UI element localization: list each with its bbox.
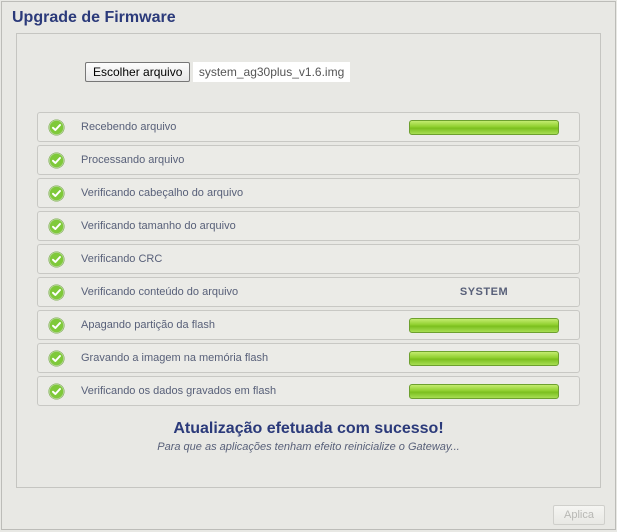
step-row: Gravando a imagem na memória flash bbox=[37, 343, 580, 373]
step-label: Verificando tamanho do arquivo bbox=[81, 220, 569, 232]
step-label: Verificando conteúdo do arquivo bbox=[81, 286, 409, 298]
check-circle-icon bbox=[48, 251, 65, 268]
check-circle-icon bbox=[48, 218, 65, 235]
step-row: Processando arquivo bbox=[37, 145, 580, 175]
check-circle-icon bbox=[48, 383, 65, 400]
check-circle-icon bbox=[48, 284, 65, 301]
step-row: Apagando partição da flash bbox=[37, 310, 580, 340]
step-detail: SYSTEM bbox=[409, 286, 559, 298]
file-picker-row: Escolher arquivo system_ag30plus_v1.6.im… bbox=[17, 34, 600, 112]
step-row: Verificando tamanho do arquivo bbox=[37, 211, 580, 241]
firmware-upgrade-panel: Upgrade de Firmware Escolher arquivo sys… bbox=[1, 1, 616, 530]
selected-filename: system_ag30plus_v1.6.img bbox=[193, 62, 350, 82]
apply-button: Aplica bbox=[553, 505, 605, 525]
result-subtext: Para que as aplicações tenham efeito rei… bbox=[17, 441, 600, 453]
progress-bar bbox=[409, 384, 559, 399]
step-label: Gravando a imagem na memória flash bbox=[81, 352, 409, 364]
step-label: Verificando cabeçalho do arquivo bbox=[81, 187, 569, 199]
steps-list: Recebendo arquivo Processando arquivo Ve… bbox=[37, 112, 580, 406]
progress-bar bbox=[409, 351, 559, 366]
check-circle-icon bbox=[48, 152, 65, 169]
step-label: Recebendo arquivo bbox=[81, 121, 409, 133]
step-label: Apagando partição da flash bbox=[81, 319, 409, 331]
page-title: Upgrade de Firmware bbox=[2, 2, 615, 33]
step-row: Recebendo arquivo bbox=[37, 112, 580, 142]
step-label: Processando arquivo bbox=[81, 154, 569, 166]
result-block: Atualização efetuada com sucesso! Para q… bbox=[17, 420, 600, 453]
step-row: Verificando CRC bbox=[37, 244, 580, 274]
step-label: Verificando os dados gravados em flash bbox=[81, 385, 409, 397]
content-box: Escolher arquivo system_ag30plus_v1.6.im… bbox=[16, 33, 601, 488]
check-circle-icon bbox=[48, 350, 65, 367]
result-heading: Atualização efetuada com sucesso! bbox=[17, 420, 600, 438]
step-label: Verificando CRC bbox=[81, 253, 569, 265]
step-row: Verificando cabeçalho do arquivo bbox=[37, 178, 580, 208]
check-circle-icon bbox=[48, 185, 65, 202]
check-circle-icon bbox=[48, 119, 65, 136]
step-row: Verificando os dados gravados em flash bbox=[37, 376, 580, 406]
progress-bar bbox=[409, 318, 559, 333]
progress-bar bbox=[409, 120, 559, 135]
check-circle-icon bbox=[48, 317, 65, 334]
step-row: Verificando conteúdo do arquivoSYSTEM bbox=[37, 277, 580, 307]
choose-file-button[interactable]: Escolher arquivo bbox=[85, 62, 190, 82]
action-bar: Aplica bbox=[553, 505, 605, 523]
